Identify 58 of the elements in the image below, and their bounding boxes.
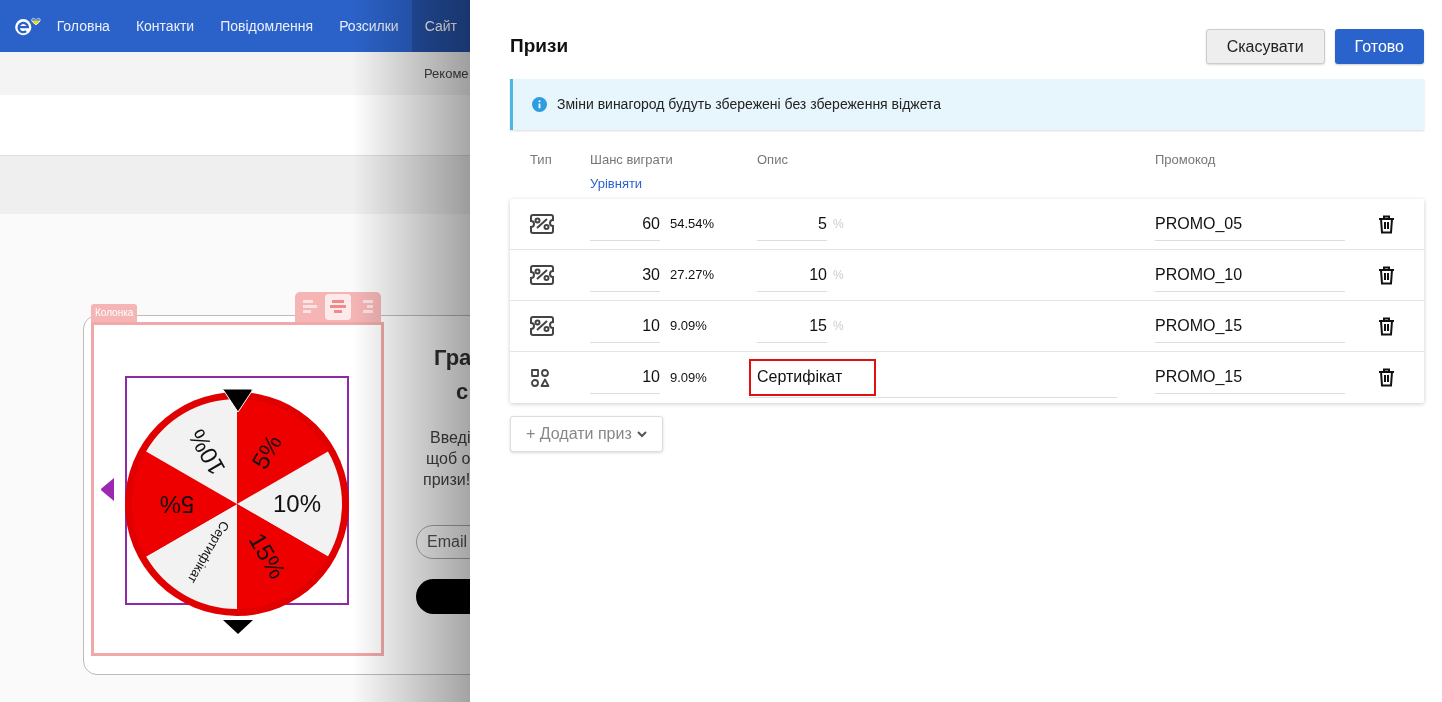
column-header: Шанс виграти bbox=[590, 151, 674, 169]
chevron-down-icon bbox=[636, 430, 647, 438]
wheel-label: 10% bbox=[273, 490, 321, 517]
chance-field[interactable]: 10 bbox=[590, 361, 660, 394]
subbar-text: Рекоме bbox=[424, 65, 469, 83]
delete-icon[interactable] bbox=[1378, 316, 1395, 336]
chance-percent: 9.09% bbox=[670, 317, 707, 336]
wheel-label: 5% bbox=[246, 430, 287, 474]
discount-ticket-icon bbox=[530, 315, 554, 337]
panel-title: Призи bbox=[510, 34, 569, 59]
column-header: Тип bbox=[530, 151, 553, 169]
info-text: Зміни винагород будуть збережені без збереження віджета bbox=[557, 95, 942, 114]
chance-percent: 54.54% bbox=[670, 215, 715, 234]
chance-field[interactable]: 10 bbox=[590, 309, 660, 343]
description-text: Сертифікат bbox=[749, 358, 876, 396]
cancel-button[interactable]: Скасувати bbox=[1205, 29, 1325, 64]
column-tag: Колонка bbox=[91, 304, 138, 322]
chance-field[interactable]: 60 bbox=[590, 207, 660, 241]
nav-link[interactable]: Повідомлення bbox=[207, 0, 327, 52]
delete-icon[interactable] bbox=[1378, 368, 1395, 387]
equalize-link[interactable]: Урівняти bbox=[590, 173, 643, 193]
info-icon bbox=[532, 97, 547, 112]
unit-label: % bbox=[833, 267, 844, 284]
nav-link[interactable]: Головна bbox=[43, 0, 123, 52]
chance-percent: 27.27% bbox=[670, 266, 715, 285]
unit-label: % bbox=[833, 216, 844, 233]
description-field[interactable]: Сертифікат bbox=[749, 357, 1117, 398]
promo-code-field[interactable]: PROMO_15 bbox=[1155, 309, 1345, 343]
description-field[interactable]: 15 bbox=[757, 309, 827, 343]
promo-code-field[interactable]: PROMO_10 bbox=[1155, 258, 1345, 292]
nav-link[interactable]: Сайт bbox=[411, 0, 470, 52]
wheel-label: 5% bbox=[159, 491, 195, 518]
discount-ticket-icon bbox=[530, 213, 554, 235]
body-text: щоб о bbox=[425, 449, 470, 469]
body-text: призи! bbox=[423, 470, 470, 490]
body-text: Введі bbox=[429, 428, 470, 448]
chance-field[interactable]: 30 bbox=[590, 258, 660, 292]
delete-icon[interactable] bbox=[1378, 265, 1395, 285]
description-field[interactable]: 5 bbox=[757, 207, 827, 241]
unit-label: % bbox=[833, 318, 844, 335]
shapes-icon bbox=[530, 367, 550, 388]
description-field[interactable]: 10 bbox=[757, 258, 827, 292]
done-button[interactable]: Готово bbox=[1334, 29, 1424, 64]
chance-percent: 9.09% bbox=[670, 368, 707, 387]
promo-code-field[interactable]: PROMO_15 bbox=[1155, 361, 1345, 394]
heading-text: с bbox=[456, 378, 469, 406]
add-prize-button[interactable]: + Додати приз bbox=[510, 416, 663, 452]
column-header: Промокод bbox=[1155, 151, 1217, 169]
handle-icon[interactable] bbox=[100, 477, 115, 502]
pointer-icon bbox=[222, 388, 253, 413]
column-header: Опис bbox=[757, 151, 789, 169]
email-field[interactable]: Email bbox=[416, 525, 470, 559]
discount-ticket-icon bbox=[530, 264, 554, 286]
delete-icon[interactable] bbox=[1378, 214, 1395, 234]
nav-link[interactable]: Контакти bbox=[122, 0, 208, 52]
promo-code-field[interactable]: PROMO_05 bbox=[1155, 207, 1345, 241]
pointer-icon bbox=[223, 620, 253, 634]
column-outline[interactable] bbox=[91, 322, 384, 656]
